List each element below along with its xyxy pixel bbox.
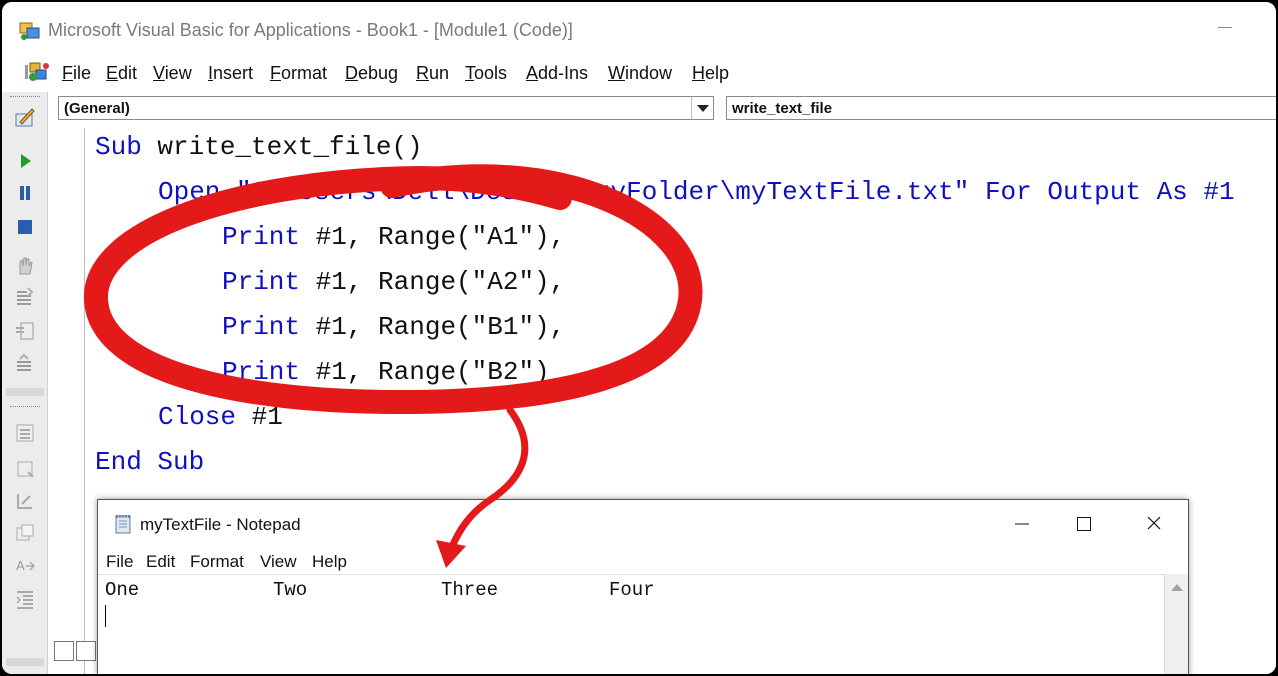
notepad-text-area[interactable]: One Two Three Four bbox=[98, 574, 1164, 674]
procedure-view-button[interactable] bbox=[54, 641, 74, 661]
notepad-title-bar: myTextFile - Notepad bbox=[98, 500, 1188, 546]
code-line[interactable]: Print #1, Range("A2"), bbox=[222, 267, 565, 297]
scroll-up-icon[interactable] bbox=[1171, 584, 1183, 591]
full-module-view-button[interactable] bbox=[76, 641, 96, 661]
indent-icon[interactable] bbox=[14, 588, 36, 610]
code-line[interactable]: Close #1 bbox=[158, 402, 283, 432]
toggle-breakpoint-icon[interactable] bbox=[14, 254, 36, 276]
toolbar-separator bbox=[6, 388, 44, 396]
code-text: "C:\Users\Dell\Desktop\myFolder\myTextFi… bbox=[220, 177, 1235, 207]
svg-text:A: A bbox=[16, 558, 25, 573]
code-line[interactable]: Print #1, Range("B1"), bbox=[222, 312, 565, 342]
code-keyword: End Sub bbox=[95, 447, 205, 477]
menu-debug[interactable]: Debug bbox=[345, 63, 398, 84]
menu-help[interactable]: Help bbox=[692, 63, 729, 84]
object-dropdown[interactable]: (General) bbox=[58, 96, 714, 120]
menu-run[interactable]: Run bbox=[416, 63, 449, 84]
vba-project-icon bbox=[25, 62, 49, 81]
toolbar-grip[interactable] bbox=[10, 406, 40, 409]
code-text: #1, Range("A2"), bbox=[300, 267, 566, 297]
step-into-icon[interactable] bbox=[14, 286, 36, 308]
menu-add-ins[interactable]: Add-Ins bbox=[526, 63, 588, 84]
code-line[interactable]: Sub write_text_file() bbox=[95, 132, 423, 162]
run-icon[interactable] bbox=[14, 150, 36, 172]
toolbar-separator bbox=[6, 658, 44, 666]
procedure-dropdown-value: write_text_file bbox=[732, 100, 833, 117]
menu-view[interactable]: View bbox=[153, 63, 192, 84]
code-text: #1, Range("B2") bbox=[300, 357, 550, 387]
code-keyword: Open bbox=[158, 177, 221, 207]
notepad-window: myTextFile - Notepad File Edit Format Vi… bbox=[97, 499, 1189, 674]
code-keyword: Print bbox=[222, 312, 301, 342]
minimize-button[interactable] bbox=[1206, 12, 1246, 42]
code-keyword: Print bbox=[222, 222, 301, 252]
design-mode-icon[interactable] bbox=[14, 106, 36, 128]
list-constants-icon[interactable] bbox=[14, 458, 36, 480]
menu-file[interactable]: File bbox=[62, 63, 91, 84]
vba-editor-window: Microsoft Visual Basic for Applications … bbox=[2, 2, 1276, 674]
notepad-menu-edit[interactable]: Edit bbox=[146, 552, 175, 572]
step-over-icon[interactable] bbox=[14, 320, 36, 342]
menu-insert[interactable]: Insert bbox=[208, 63, 253, 84]
menu-tools[interactable]: Tools bbox=[465, 63, 507, 84]
notepad-text-value: Two bbox=[273, 579, 308, 601]
code-keyword: Print bbox=[222, 357, 301, 387]
break-icon[interactable] bbox=[14, 182, 36, 204]
text-caret bbox=[105, 605, 106, 627]
notepad-text-value: One bbox=[105, 579, 140, 601]
menu-format[interactable]: Format bbox=[270, 63, 327, 84]
notepad-text-value: Three bbox=[441, 579, 499, 601]
vba-app-icon bbox=[19, 22, 40, 40]
code-keyword: Sub bbox=[95, 132, 142, 162]
code-text: #1, Range("A1"), bbox=[300, 222, 566, 252]
quick-info-icon[interactable] bbox=[14, 490, 36, 512]
code-keyword: Print bbox=[222, 267, 301, 297]
object-dropdown-value: (General) bbox=[64, 100, 130, 117]
code-text: write_text_file() bbox=[141, 132, 423, 162]
complete-word-icon[interactable]: A bbox=[14, 554, 36, 576]
notepad-menu-help[interactable]: Help bbox=[312, 552, 347, 572]
notepad-scrollbar[interactable] bbox=[1164, 574, 1188, 674]
code-text: #1, Range("B1"), bbox=[300, 312, 566, 342]
maximize-icon[interactable] bbox=[1064, 510, 1104, 538]
notepad-icon bbox=[115, 515, 131, 534]
notepad-menu-view[interactable]: View bbox=[260, 552, 297, 572]
menu-window[interactable]: Window bbox=[608, 63, 672, 84]
notepad-menu-format[interactable]: Format bbox=[190, 552, 244, 572]
notepad-title: myTextFile - Notepad bbox=[140, 515, 301, 534]
code-line[interactable]: Print #1, Range("B2") bbox=[222, 357, 550, 387]
toolbar-grip[interactable] bbox=[10, 96, 40, 99]
menu-edit[interactable]: Edit bbox=[106, 63, 137, 84]
minimize-icon[interactable] bbox=[1002, 510, 1042, 538]
step-out-icon[interactable] bbox=[14, 352, 36, 374]
code-line[interactable]: End Sub bbox=[95, 447, 204, 477]
chevron-down-icon[interactable] bbox=[691, 97, 713, 119]
notepad-menu-file[interactable]: File bbox=[106, 552, 133, 572]
notepad-menu-bar: File Edit Format View Help bbox=[98, 548, 1188, 574]
code-line[interactable]: Open "C:\Users\Dell\Desktop\myFolder\myT… bbox=[158, 177, 1235, 207]
window-title: Microsoft Visual Basic for Applications … bbox=[48, 20, 573, 40]
parameter-info-icon[interactable] bbox=[14, 522, 36, 544]
view-buttons bbox=[50, 641, 96, 663]
code-text: #1 bbox=[236, 402, 283, 432]
edit-toolbar: A bbox=[2, 92, 48, 674]
code-keyword: Close bbox=[158, 402, 237, 432]
reset-icon[interactable] bbox=[14, 216, 36, 238]
menu-bar: File Edit View Insert Format Debug Run T… bbox=[2, 54, 1276, 90]
list-properties-icon[interactable] bbox=[14, 422, 36, 444]
title-bar: Microsoft Visual Basic for Applications … bbox=[2, 2, 1276, 52]
code-line[interactable]: Print #1, Range("A1"), bbox=[222, 222, 565, 252]
procedure-dropdown[interactable]: write_text_file bbox=[726, 96, 1276, 120]
notepad-text-value: Four bbox=[609, 579, 655, 601]
close-icon[interactable] bbox=[1134, 510, 1174, 538]
